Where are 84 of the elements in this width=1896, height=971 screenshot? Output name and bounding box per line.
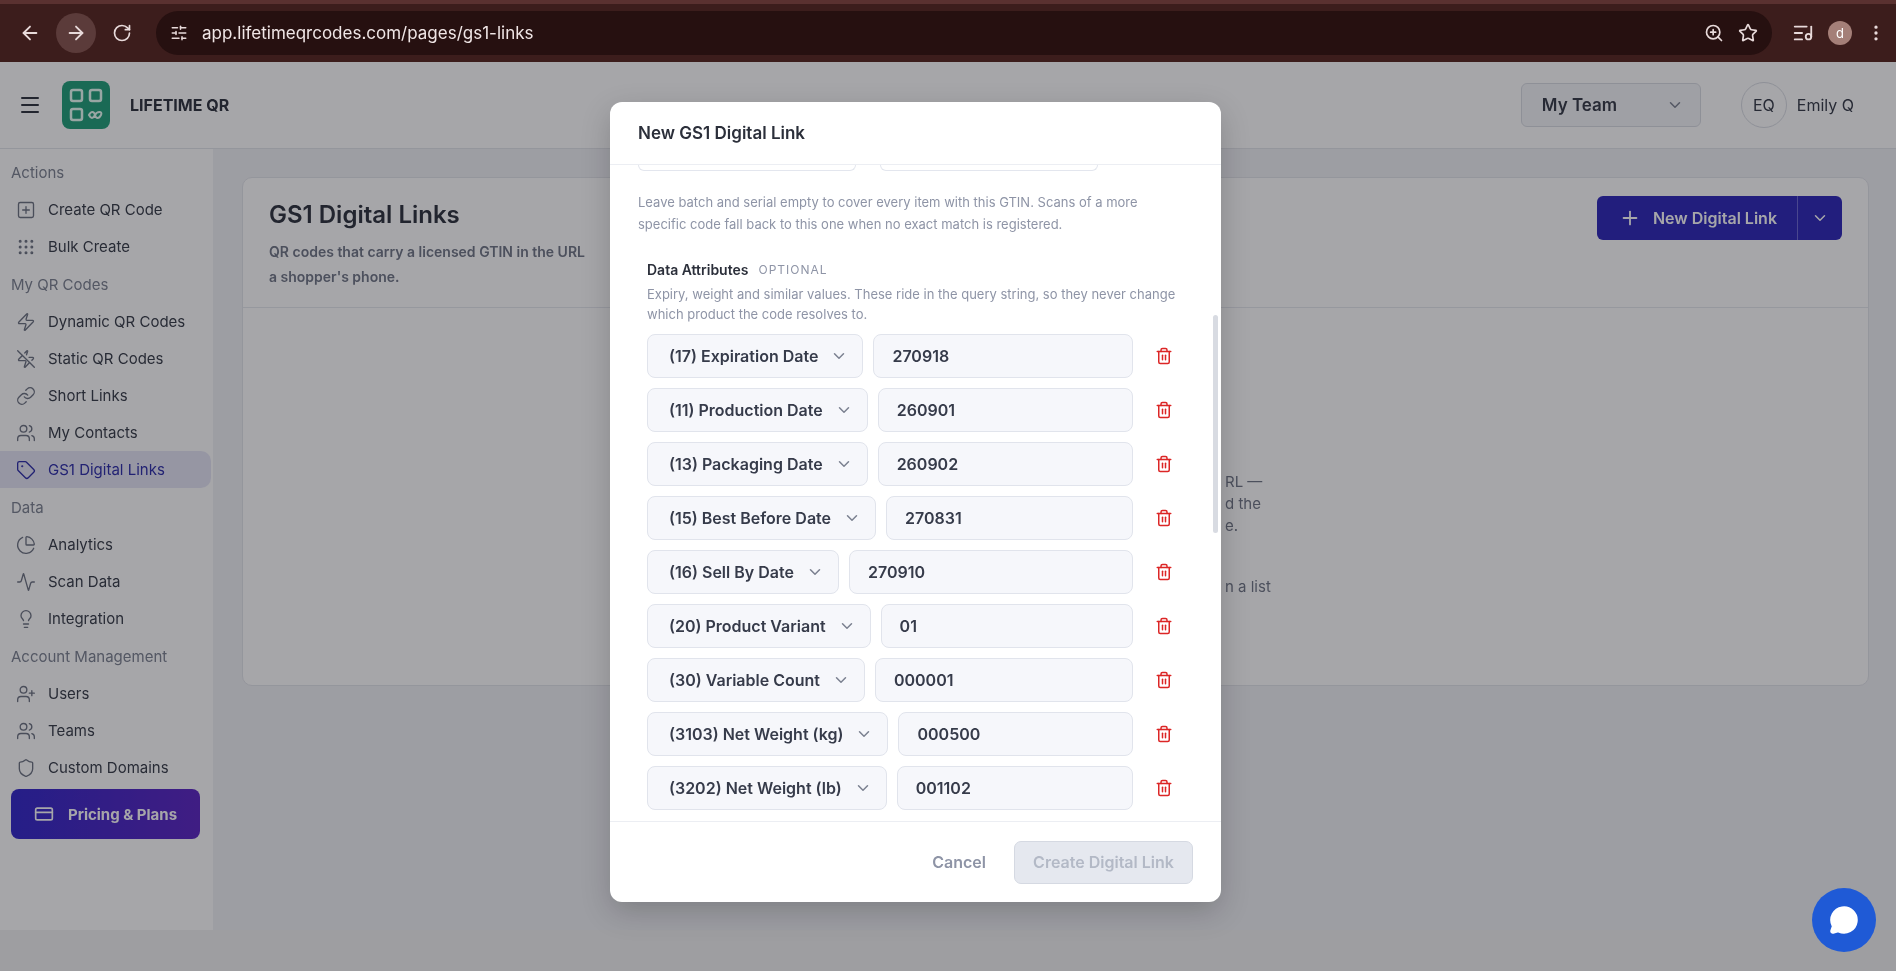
value-field[interactable]: 270918 (873, 334, 1133, 378)
value-field[interactable]: 000001 (874, 658, 1133, 702)
empty-state-text: n a list (1225, 576, 1272, 598)
sidebar-section-title: Actions (10, 161, 66, 184)
hint-text: Leave batch and serial empty to cover every item with this GTIN. Scans of a more specific code fall back to this one when no exact match is registered. (638, 193, 1139, 234)
pricing-button[interactable]: Pricing & Plans (11, 789, 200, 839)
attribute-select[interactable]: (20) Product Variant (647, 604, 871, 648)
sidebar-item[interactable]: Scan Data (0, 563, 211, 600)
delete-icon[interactable] (1155, 779, 1173, 797)
bookmark-star-icon[interactable] (1738, 23, 1758, 43)
value-field[interactable]: 001102 (896, 766, 1133, 810)
users-icon (16, 720, 36, 741)
value-field[interactable]: 000500 (898, 712, 1133, 756)
attribute-select[interactable]: (30) Variable Count (647, 658, 865, 702)
attribute-select[interactable]: (3202) Net Weight (lb) (647, 766, 887, 810)
sidebar-item[interactable]: Users (0, 675, 211, 712)
chat-icon (1829, 905, 1859, 935)
page-title: GS1 Digital Links (269, 200, 461, 229)
empty-state-text: d the (1225, 493, 1262, 515)
reload-icon[interactable] (112, 23, 132, 43)
lightning-off-icon (16, 348, 36, 369)
optional-label: OPTIONAL (758, 262, 828, 277)
scrollbar-thumb[interactable] (1213, 315, 1218, 533)
value-field[interactable]: 01 (880, 604, 1133, 648)
delete-icon[interactable] (1155, 563, 1173, 581)
sidebar-section-title: Data (10, 496, 45, 519)
shield-icon (16, 757, 36, 778)
link-icon (16, 385, 36, 406)
sidebar-item[interactable]: Teams (0, 712, 211, 749)
page-description: a shopper's phone. (269, 267, 401, 287)
zoom-icon[interactable] (1704, 23, 1724, 43)
sidebar-section-title: My QR Codes (10, 273, 110, 296)
empty-state-text: RL — (1225, 471, 1264, 493)
attribute-select[interactable]: (3103) Net Weight (kg) (647, 712, 889, 756)
value-field[interactable]: 270910 (848, 550, 1133, 594)
section-title: Data Attributes (647, 261, 749, 278)
lightning-icon (16, 311, 36, 332)
cancel-button[interactable]: Cancel (932, 852, 986, 872)
delete-icon[interactable] (1155, 671, 1173, 689)
address-bar[interactable]: app.lifetimeqrcodes.com/pages/gs1-links (156, 11, 1772, 55)
user-plus-icon (16, 683, 36, 704)
logo-icon (62, 81, 110, 129)
users-icon (16, 422, 36, 443)
sidebar-item[interactable]: Integration (0, 600, 211, 637)
user-name: Emily Q (1796, 95, 1854, 115)
empty-state-text: e. (1225, 515, 1240, 537)
sidebar-item[interactable]: Create QR Code (0, 191, 211, 228)
value-field[interactable]: 260901 (877, 388, 1133, 432)
delete-icon[interactable] (1155, 725, 1173, 743)
team-select[interactable]: My Team (1520, 83, 1701, 127)
sidebar-item[interactable]: Static QR Codes (0, 340, 211, 377)
sidebar-item[interactable]: GS1 Digital Links (0, 451, 211, 488)
tag-icon (16, 459, 36, 480)
new-digital-link-button[interactable]: New Digital Link (1596, 196, 1798, 240)
forward-button[interactable] (56, 13, 96, 53)
value-field[interactable]: 270831 (886, 496, 1133, 540)
sidebar-item[interactable]: Short Links (0, 377, 211, 414)
delete-icon[interactable] (1155, 617, 1173, 635)
sidebar-section-title: Account Management (10, 645, 169, 668)
attribute-select[interactable]: (17) Expiration Date (647, 334, 864, 378)
delete-icon[interactable] (1155, 509, 1173, 527)
site-info-icon[interactable] (170, 24, 188, 42)
attribute-select[interactable]: (15) Best Before Date (647, 496, 877, 540)
dialog-title: New GS1 Digital Link (638, 123, 806, 143)
sidebar-item[interactable]: Analytics (0, 526, 211, 563)
delete-icon[interactable] (1155, 455, 1173, 473)
profile-avatar[interactable]: d (1828, 21, 1852, 45)
value-field[interactable]: 260902 (877, 442, 1133, 486)
brand-name: LIFETIME QR (130, 95, 231, 115)
delete-icon[interactable] (1155, 347, 1173, 365)
pulse-icon (16, 571, 36, 592)
credit-card-icon (33, 804, 54, 824)
pie-chart-icon (16, 534, 36, 555)
sidebar-item[interactable]: Bulk Create (0, 228, 211, 265)
plus-square-icon (16, 199, 36, 220)
attribute-select[interactable]: (16) Sell By Date (647, 550, 839, 594)
attribute-select[interactable]: (11) Production Date (647, 388, 868, 432)
attribute-select[interactable]: (13) Packaging Date (647, 442, 868, 486)
sidebar-item[interactable]: My Contacts (0, 414, 211, 451)
page-description: QR codes that carry a licensed GTIN in the URL (269, 242, 585, 262)
sidebar-item[interactable]: Dynamic QR Codes (0, 303, 211, 340)
delete-icon[interactable] (1155, 401, 1173, 419)
section-description: Expiry, weight and similar values. These ride in the query string, so they never change which product the code resolves to. (647, 285, 1177, 324)
sidebar-item[interactable]: Custom Domains (0, 749, 211, 786)
